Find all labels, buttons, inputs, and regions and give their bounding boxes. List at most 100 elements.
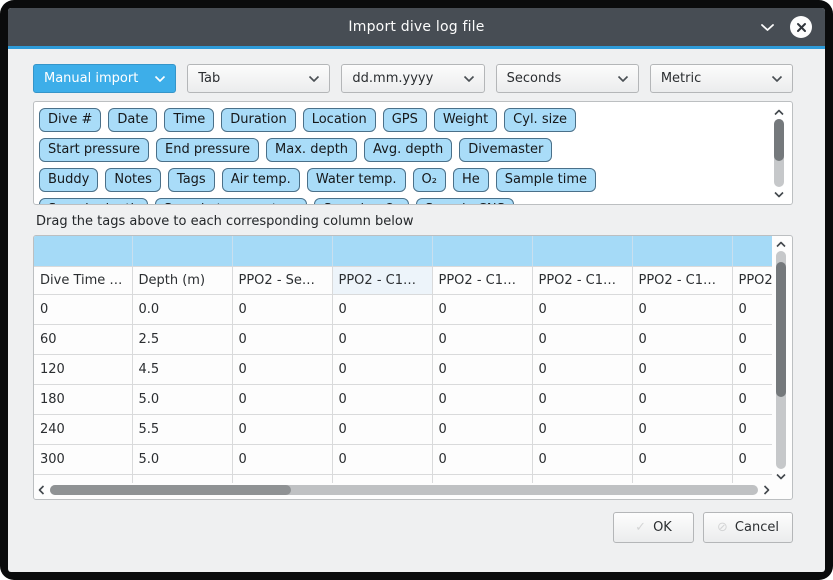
table-cell: 0 — [732, 294, 772, 324]
table-cell: 60 — [34, 324, 132, 354]
column-drop-target[interactable] — [332, 236, 432, 266]
combo-selected-value: Tab — [198, 71, 220, 86]
table-cell: 0 — [632, 294, 732, 324]
table-cell: 0 — [432, 324, 532, 354]
tag-gps[interactable]: GPS — [383, 108, 427, 132]
tag-buddy[interactable]: Buddy — [39, 168, 98, 192]
table-cell: 0 — [732, 444, 772, 474]
column-drop-target[interactable] — [732, 236, 772, 266]
table-row-partial — [34, 474, 772, 483]
chevron-down-icon — [463, 75, 475, 83]
column-drop-target[interactable] — [34, 236, 132, 266]
column-header[interactable]: PPO2 - C1… — [332, 266, 432, 294]
column-header[interactable]: PPO2 - C1… — [532, 266, 632, 294]
scroll-left-icon[interactable] — [38, 485, 45, 495]
column-header[interactable]: PPO2 - C1… — [732, 266, 772, 294]
close-icon — [796, 22, 807, 33]
tag-he[interactable]: He — [453, 168, 489, 192]
combo-units[interactable]: Metric — [650, 64, 793, 93]
scrollbar-track[interactable] — [776, 251, 786, 469]
combo-date-format[interactable]: dd.mm.yyyy — [341, 64, 484, 93]
combo-import-source[interactable]: Manual import — [33, 64, 176, 93]
tag-duration[interactable]: Duration — [221, 108, 295, 132]
column-header[interactable]: Dive Time … — [34, 266, 132, 294]
table-cell: 0 — [632, 354, 732, 384]
tag-dive[interactable]: Dive # — [39, 108, 101, 132]
table-cell: 0 — [432, 444, 532, 474]
window-title: Import dive log file — [348, 19, 484, 35]
tag-sample-depth[interactable]: Sample depth — [39, 198, 148, 205]
tag-water-temp[interactable]: Water temp. — [307, 168, 406, 192]
combo-selected-value: Metric — [661, 71, 701, 86]
tag-notes[interactable]: Notes — [105, 168, 161, 192]
combo-field-separator[interactable]: Tab — [187, 64, 330, 93]
scroll-up-icon[interactable] — [776, 239, 786, 249]
table-row: 1204.5000000 — [34, 354, 772, 384]
shade-window-button[interactable] — [760, 23, 775, 32]
dialog-content: Manual importTabdd.mm.yyyySecondsMetric … — [8, 49, 825, 572]
tag-sample-cns[interactable]: Sample CNS — [416, 198, 514, 205]
close-window-button[interactable] — [790, 16, 812, 38]
ok-button[interactable]: ✓ OK — [613, 512, 694, 543]
tag-air-temp[interactable]: Air temp. — [222, 168, 300, 192]
tag-date[interactable]: Date — [108, 108, 157, 132]
tag-sample-po[interactable]: Sample pO₂ — [314, 198, 409, 205]
table-cell — [632, 474, 732, 483]
table-vertical-scrollbar[interactable] — [772, 239, 790, 481]
tag-o[interactable]: O₂ — [413, 168, 446, 192]
table-cell: 0 — [332, 384, 432, 414]
column-drop-target[interactable] — [632, 236, 732, 266]
scroll-right-icon[interactable] — [763, 485, 770, 495]
scrollbar-thumb[interactable] — [774, 119, 784, 161]
scrollbar-track[interactable] — [774, 119, 784, 187]
tag-sample-temperature[interactable]: Sample temperature — [155, 198, 308, 205]
tag-max-depth[interactable]: Max. depth — [266, 138, 357, 162]
column-drop-target[interactable] — [232, 236, 332, 266]
scrollbar-thumb[interactable] — [776, 262, 786, 397]
table-cell: 5.0 — [132, 384, 232, 414]
table-cell: 0 — [532, 444, 632, 474]
scroll-up-icon[interactable] — [774, 107, 784, 117]
tag-sample-time[interactable]: Sample time — [496, 168, 596, 192]
table-cell: 0 — [532, 354, 632, 384]
column-drop-target[interactable] — [132, 236, 232, 266]
chevron-down-icon — [617, 75, 629, 83]
scrollbar-thumb[interactable] — [50, 485, 291, 495]
table-cell: 0 — [34, 294, 132, 324]
drop-target-row — [34, 236, 772, 266]
column-header[interactable]: PPO2 - C1… — [632, 266, 732, 294]
column-drop-target[interactable] — [432, 236, 532, 266]
tag-cyl-size[interactable]: Cyl. size — [504, 108, 576, 132]
table-cell — [34, 474, 132, 483]
tag-divemaster[interactable]: Divemaster — [459, 138, 552, 162]
cancel-button-label: Cancel — [735, 520, 779, 535]
column-header[interactable]: PPO2 - C1… — [432, 266, 532, 294]
column-mapping-table: Dive Time …Depth (m)PPO2 - Se…PPO2 - C1…… — [33, 235, 793, 500]
instruction-text: Drag the tags above to each correspondin… — [36, 214, 793, 229]
combo-duration-format[interactable]: Seconds — [496, 64, 639, 93]
column-header[interactable]: Depth (m) — [132, 266, 232, 294]
tag-weight[interactable]: Weight — [434, 108, 497, 132]
scrollbar-track[interactable] — [50, 485, 758, 495]
table-row: 2405.5000000 — [34, 414, 772, 444]
chevron-down-icon — [771, 75, 783, 83]
tag-start-pressure[interactable]: Start pressure — [39, 138, 149, 162]
table-cell: 0 — [732, 354, 772, 384]
tag-location[interactable]: Location — [303, 108, 376, 132]
tag-pool-vertical-scrollbar[interactable] — [770, 107, 788, 199]
tag-tags[interactable]: Tags — [168, 168, 215, 192]
table-horizontal-scrollbar[interactable] — [38, 483, 770, 497]
scroll-down-icon[interactable] — [774, 189, 784, 199]
table-cell: 0 — [432, 384, 532, 414]
column-header[interactable]: PPO2 - Se… — [232, 266, 332, 294]
table-cell: 0 — [232, 444, 332, 474]
table-row: 1805.0000000 — [34, 384, 772, 414]
scroll-down-icon[interactable] — [776, 471, 786, 481]
tag-end-pressure[interactable]: End pressure — [156, 138, 259, 162]
column-drop-target[interactable] — [532, 236, 632, 266]
import-options-row: Manual import Tab dd.mm.yyyy Seconds Metric — [33, 64, 793, 93]
tag-avg-depth[interactable]: Avg. depth — [364, 138, 452, 162]
cancel-button[interactable]: ⊘ Cancel — [703, 512, 793, 543]
tag-time[interactable]: Time — [164, 108, 214, 132]
titlebar[interactable]: Import dive log file — [8, 8, 825, 46]
